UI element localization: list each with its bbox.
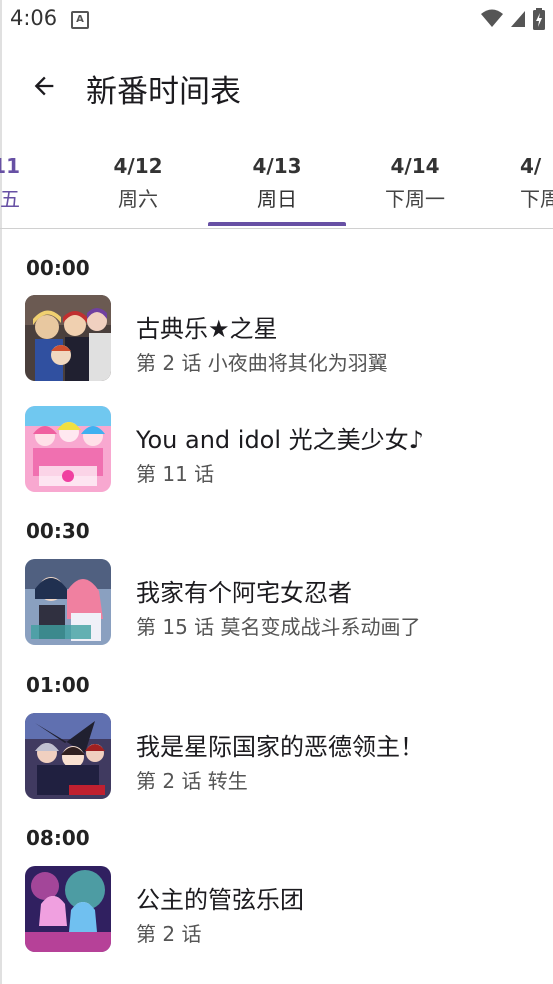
tab-date: 4/ bbox=[520, 154, 542, 178]
tab-saturday[interactable]: 4/12 周六 bbox=[69, 136, 207, 228]
tab-date: 4/13 bbox=[252, 154, 302, 178]
anime-cover-thumbnail bbox=[25, 559, 111, 645]
tab-day: 下周 bbox=[520, 187, 553, 211]
anime-list-item[interactable]: 我家有个阿宅女忍者 第 15 话 莫名变成战斗系动画了 bbox=[0, 559, 553, 659]
episode-info: 第 11 话 bbox=[136, 462, 215, 486]
tab-next-tuesday[interactable]: 4/ 下周 bbox=[484, 136, 553, 228]
tab-date: 4/14 bbox=[390, 154, 440, 178]
status-bar: 4:06 A bbox=[0, 0, 553, 40]
anime-cover-thumbnail bbox=[25, 406, 111, 492]
date-tabs: 11 五 4/12 周六 4/13 周日 4/14 下周一 4/ 下周 bbox=[0, 136, 553, 229]
cellular-signal-icon bbox=[511, 11, 525, 27]
notification-icon: A bbox=[71, 11, 89, 29]
tab-sunday[interactable]: 4/13 周日 bbox=[208, 136, 346, 228]
time-header: 01:00 bbox=[26, 673, 90, 697]
wifi-icon bbox=[481, 9, 503, 27]
episode-info: 第 15 话 莫名变成战斗系动画了 bbox=[136, 615, 421, 639]
anime-list-item[interactable]: 古典乐★之星 第 2 话 小夜曲将其化为羽翼 bbox=[0, 295, 553, 395]
anime-cover-thumbnail bbox=[25, 866, 111, 952]
battery-icon bbox=[533, 8, 545, 30]
tab-next-monday[interactable]: 4/14 下周一 bbox=[346, 136, 484, 228]
time-header: 00:00 bbox=[26, 256, 90, 280]
anime-title: 公主的管弦乐团 bbox=[136, 886, 304, 914]
tab-day: 五 bbox=[0, 187, 20, 211]
status-time: 4:06 bbox=[10, 6, 58, 30]
page-title: 新番时间表 bbox=[86, 74, 241, 110]
tab-day: 周日 bbox=[257, 187, 297, 211]
anime-list-item[interactable]: 公主的管弦乐团 第 2 话 bbox=[0, 866, 553, 966]
anime-list-item[interactable]: You and idol 光之美少女♪ 第 11 话 bbox=[0, 406, 553, 506]
tab-date: 11 bbox=[0, 154, 20, 178]
back-button[interactable] bbox=[24, 66, 64, 106]
tab-date: 4/12 bbox=[113, 154, 163, 178]
anime-title: 我家有个阿宅女忍者 bbox=[136, 579, 352, 607]
anime-title: 我是星际国家的恶德领主！ bbox=[136, 733, 424, 761]
anime-cover-thumbnail bbox=[25, 713, 111, 799]
tab-day: 周六 bbox=[118, 187, 158, 211]
app-bar: 新番时间表 bbox=[0, 40, 553, 136]
tab-friday[interactable]: 11 五 bbox=[0, 136, 20, 228]
anime-cover-thumbnail bbox=[25, 295, 111, 381]
tab-day: 下周一 bbox=[385, 187, 445, 211]
status-icons bbox=[481, 8, 545, 30]
active-tab-indicator bbox=[208, 222, 346, 226]
episode-info: 第 2 话 bbox=[136, 922, 202, 946]
time-header: 00:30 bbox=[26, 519, 90, 543]
time-header: 08:00 bbox=[26, 826, 90, 850]
episode-info: 第 2 话 小夜曲将其化为羽翼 bbox=[136, 351, 388, 375]
anime-list-item[interactable]: 我是星际国家的恶德领主！ 第 2 话 转生 bbox=[0, 713, 553, 813]
episode-info: 第 2 话 转生 bbox=[136, 769, 248, 793]
anime-title: You and idol 光之美少女♪ bbox=[136, 426, 424, 454]
arrow-left-icon bbox=[34, 76, 54, 96]
anime-title: 古典乐★之星 bbox=[136, 315, 278, 343]
